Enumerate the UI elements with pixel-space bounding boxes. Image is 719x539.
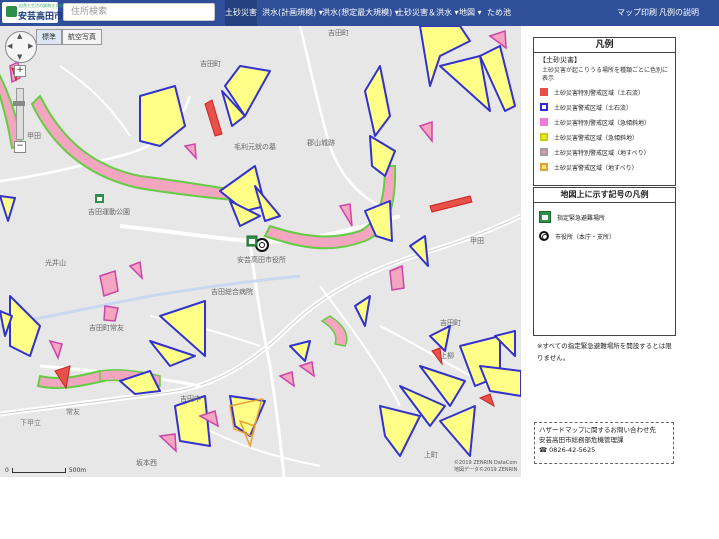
city-logo[interactable]: 自然と生活の調和する安芸高田市 安芸高田市: [2, 2, 79, 23]
zoom-slider-handle[interactable]: [13, 101, 25, 106]
legend-item-label: 土砂災害警戒区域（急傾斜地）: [554, 134, 639, 142]
map-label-yoshida-top: 吉田町: [328, 29, 349, 37]
symbols-legend-panel: 地図上に示す記号の凡例 指定緊急避難場所 市役所（本庁・支所）: [533, 187, 676, 336]
legend-items: 土砂災害特別警戒区域（土石流） 土砂災害警戒区域（土石流） 土砂災害特別警戒区域…: [534, 86, 675, 173]
attribution-line-2: 地図データ©2019 ZENRIN: [454, 467, 518, 473]
shelter-marker-park-inner: [97, 197, 102, 201]
map-label-sports-park: 吉田運動公園: [88, 208, 130, 216]
map-label-hospital: 吉田総合病院: [211, 288, 253, 296]
legend-item-label: 土砂災害警戒区域（地すべり）: [554, 164, 638, 172]
nav-legend-help[interactable]: 凡例の説明: [659, 0, 699, 26]
symbol-label-shelter: 指定緊急避難場所: [557, 214, 606, 222]
nav-map[interactable]: 地図 ▾: [459, 0, 482, 26]
legend-title: 凡例: [534, 38, 675, 53]
map-label-tsunetomo: 吉田町常友: [89, 324, 124, 332]
zoom-control: ▲ ▼ ◀ ▶ + −: [5, 31, 37, 153]
nav-flood-maximum[interactable]: 洪水(想定最大規模) ▾: [322, 0, 399, 26]
basemap-tabs: 標準 航空写真: [36, 29, 102, 45]
legend-item: 土砂災害特別警戒区域（土石流）: [540, 86, 675, 98]
shelter-marker-cityhall-inner: [249, 239, 255, 244]
map-label-sakamoto-nishi: 坂本西: [136, 459, 157, 467]
legend-swatch: [540, 118, 548, 126]
map-label-mitsuiyama: 光井山: [45, 259, 66, 267]
cityhall-icon: [539, 231, 549, 241]
attribution-line-1: ©2019 ZENRIN DataCom: [454, 460, 518, 466]
symbol-item-cityhall: 市役所（本庁・支所）: [539, 231, 675, 241]
nav-sediment-disaster[interactable]: 土砂災害: [225, 0, 257, 26]
contact-box: ハザードマップに関するお問い合わせ先 安芸高田市総務部危機管理課 ☎ 0826-…: [534, 422, 674, 464]
map-label-koda-east: 甲田: [470, 237, 484, 245]
legend-swatch: [540, 88, 548, 96]
scale-line: [11, 468, 66, 473]
map-label-kamimachi: 上町: [424, 451, 438, 459]
pan-right-icon[interactable]: ▶: [28, 42, 33, 50]
zoom-slider[interactable]: [16, 88, 24, 140]
legend-category: 【土砂災害】: [539, 56, 581, 64]
hazard-map[interactable]: 吉田町 甲田 毛利元就の墓 郡山城跡 吉田運動公園 安芸高田市役所 光井山 吉田…: [0, 26, 521, 477]
shelter-note: ※すべての指定緊急避難場所を開設するとは限りません。: [537, 342, 672, 362]
symbol-label-cityhall: 市役所（本庁・支所）: [555, 233, 616, 241]
map-label-motonari-grave: 毛利元就の墓: [234, 143, 276, 151]
zoom-out-button[interactable]: −: [14, 141, 26, 153]
map-label-yoshida-north: 吉田町: [200, 60, 221, 68]
legend-item: 土砂災害特別警戒区域（急傾斜地）: [540, 116, 675, 128]
city-hall-marker: [255, 238, 269, 252]
legend-item-label: 土砂災害特別警戒区域（地すべり）: [554, 149, 650, 157]
legend-item-label: 土砂災害警戒区域（土石流）: [554, 104, 633, 112]
legend-item: 土砂災害警戒区域（地すべり）: [540, 161, 675, 173]
map-label-yoshida-jhs: 吉田中: [180, 395, 201, 403]
top-navbar: 自然と生活の調和する安芸高田市 安芸高田市 土砂災害 洪水(計画規模) ▾ 洪水…: [0, 0, 719, 26]
symbols-legend-title: 地図上に示す記号の凡例: [534, 188, 675, 203]
zoom-in-button[interactable]: +: [14, 65, 26, 77]
map-label-kamiyanagi: 上柳: [440, 352, 454, 360]
map-attribution: ©2019 ZENRIN DataCom 地図データ©2019 ZENRIN: [454, 460, 517, 474]
map-label-koda: 甲田: [27, 132, 41, 140]
legend-swatch: [540, 148, 548, 156]
contact-title: ハザードマップに関するお問い合わせ先: [539, 426, 656, 434]
legend-swatch: [540, 163, 548, 171]
legend-item: 土砂災害警戒区域（土石流）: [540, 101, 675, 113]
contact-department: 安芸高田市総務部危機管理課: [539, 436, 624, 444]
address-search-input[interactable]: [63, 3, 215, 21]
basemap-tab-aerial[interactable]: 航空写真: [62, 29, 102, 45]
logo-text: 安芸高田市: [18, 12, 64, 22]
scale-left-label: 0: [5, 467, 9, 474]
pan-up-icon[interactable]: ▲: [17, 32, 22, 40]
nav-print-map[interactable]: マップ印刷: [617, 0, 657, 26]
scale-bar: 0 500m: [5, 467, 86, 474]
contact-phone: ☎ 0826-42-5625: [539, 446, 596, 454]
map-label-city-hall: 安芸高田市役所: [237, 256, 286, 264]
pan-left-icon[interactable]: ◀: [7, 42, 12, 50]
pan-down-icon[interactable]: ▼: [17, 53, 22, 61]
scale-right-label: 500m: [68, 467, 87, 474]
legend-item-label: 土砂災害特別警戒区域（土石流）: [554, 89, 645, 97]
basemap-tab-standard[interactable]: 標準: [36, 29, 62, 45]
legend-description: 土砂災害が起こりうる場所を種類ごとに色別に表示: [542, 67, 669, 82]
legend-item: 土砂災害警戒区域（急傾斜地）: [540, 131, 675, 143]
city-emblem-icon: [6, 6, 17, 17]
legend-swatch: [540, 103, 548, 111]
pan-control[interactable]: ▲ ▼ ◀ ▶: [5, 31, 37, 63]
legend-item: 土砂災害特別警戒区域（地すべり）: [540, 146, 675, 158]
map-label-shimokotachi: 下甲立: [20, 419, 41, 427]
legend-panel: 凡例 【土砂災害】 土砂災害が起こりうる場所を種類ごとに色別に表示 土砂災害特別…: [533, 37, 676, 186]
map-label-koriyama-castle: 郡山城跡: [307, 139, 335, 147]
nav-flood-planned[interactable]: 洪水(計画規模) ▾: [262, 0, 323, 26]
nav-reservoir[interactable]: ため池: [487, 0, 511, 26]
map-label-yoshida-east: 吉田町: [440, 319, 461, 327]
legend-swatch: [540, 133, 548, 141]
map-label-road-tsunetomo: 常友: [66, 408, 80, 416]
nav-sediment-and-flood[interactable]: 土砂災害＆洪水 ▾: [396, 0, 459, 26]
symbol-item-shelter: 指定緊急避難場所: [539, 211, 675, 223]
shelter-icon: [539, 211, 551, 223]
legend-item-label: 土砂災害特別警戒区域（急傾斜地）: [554, 119, 651, 127]
